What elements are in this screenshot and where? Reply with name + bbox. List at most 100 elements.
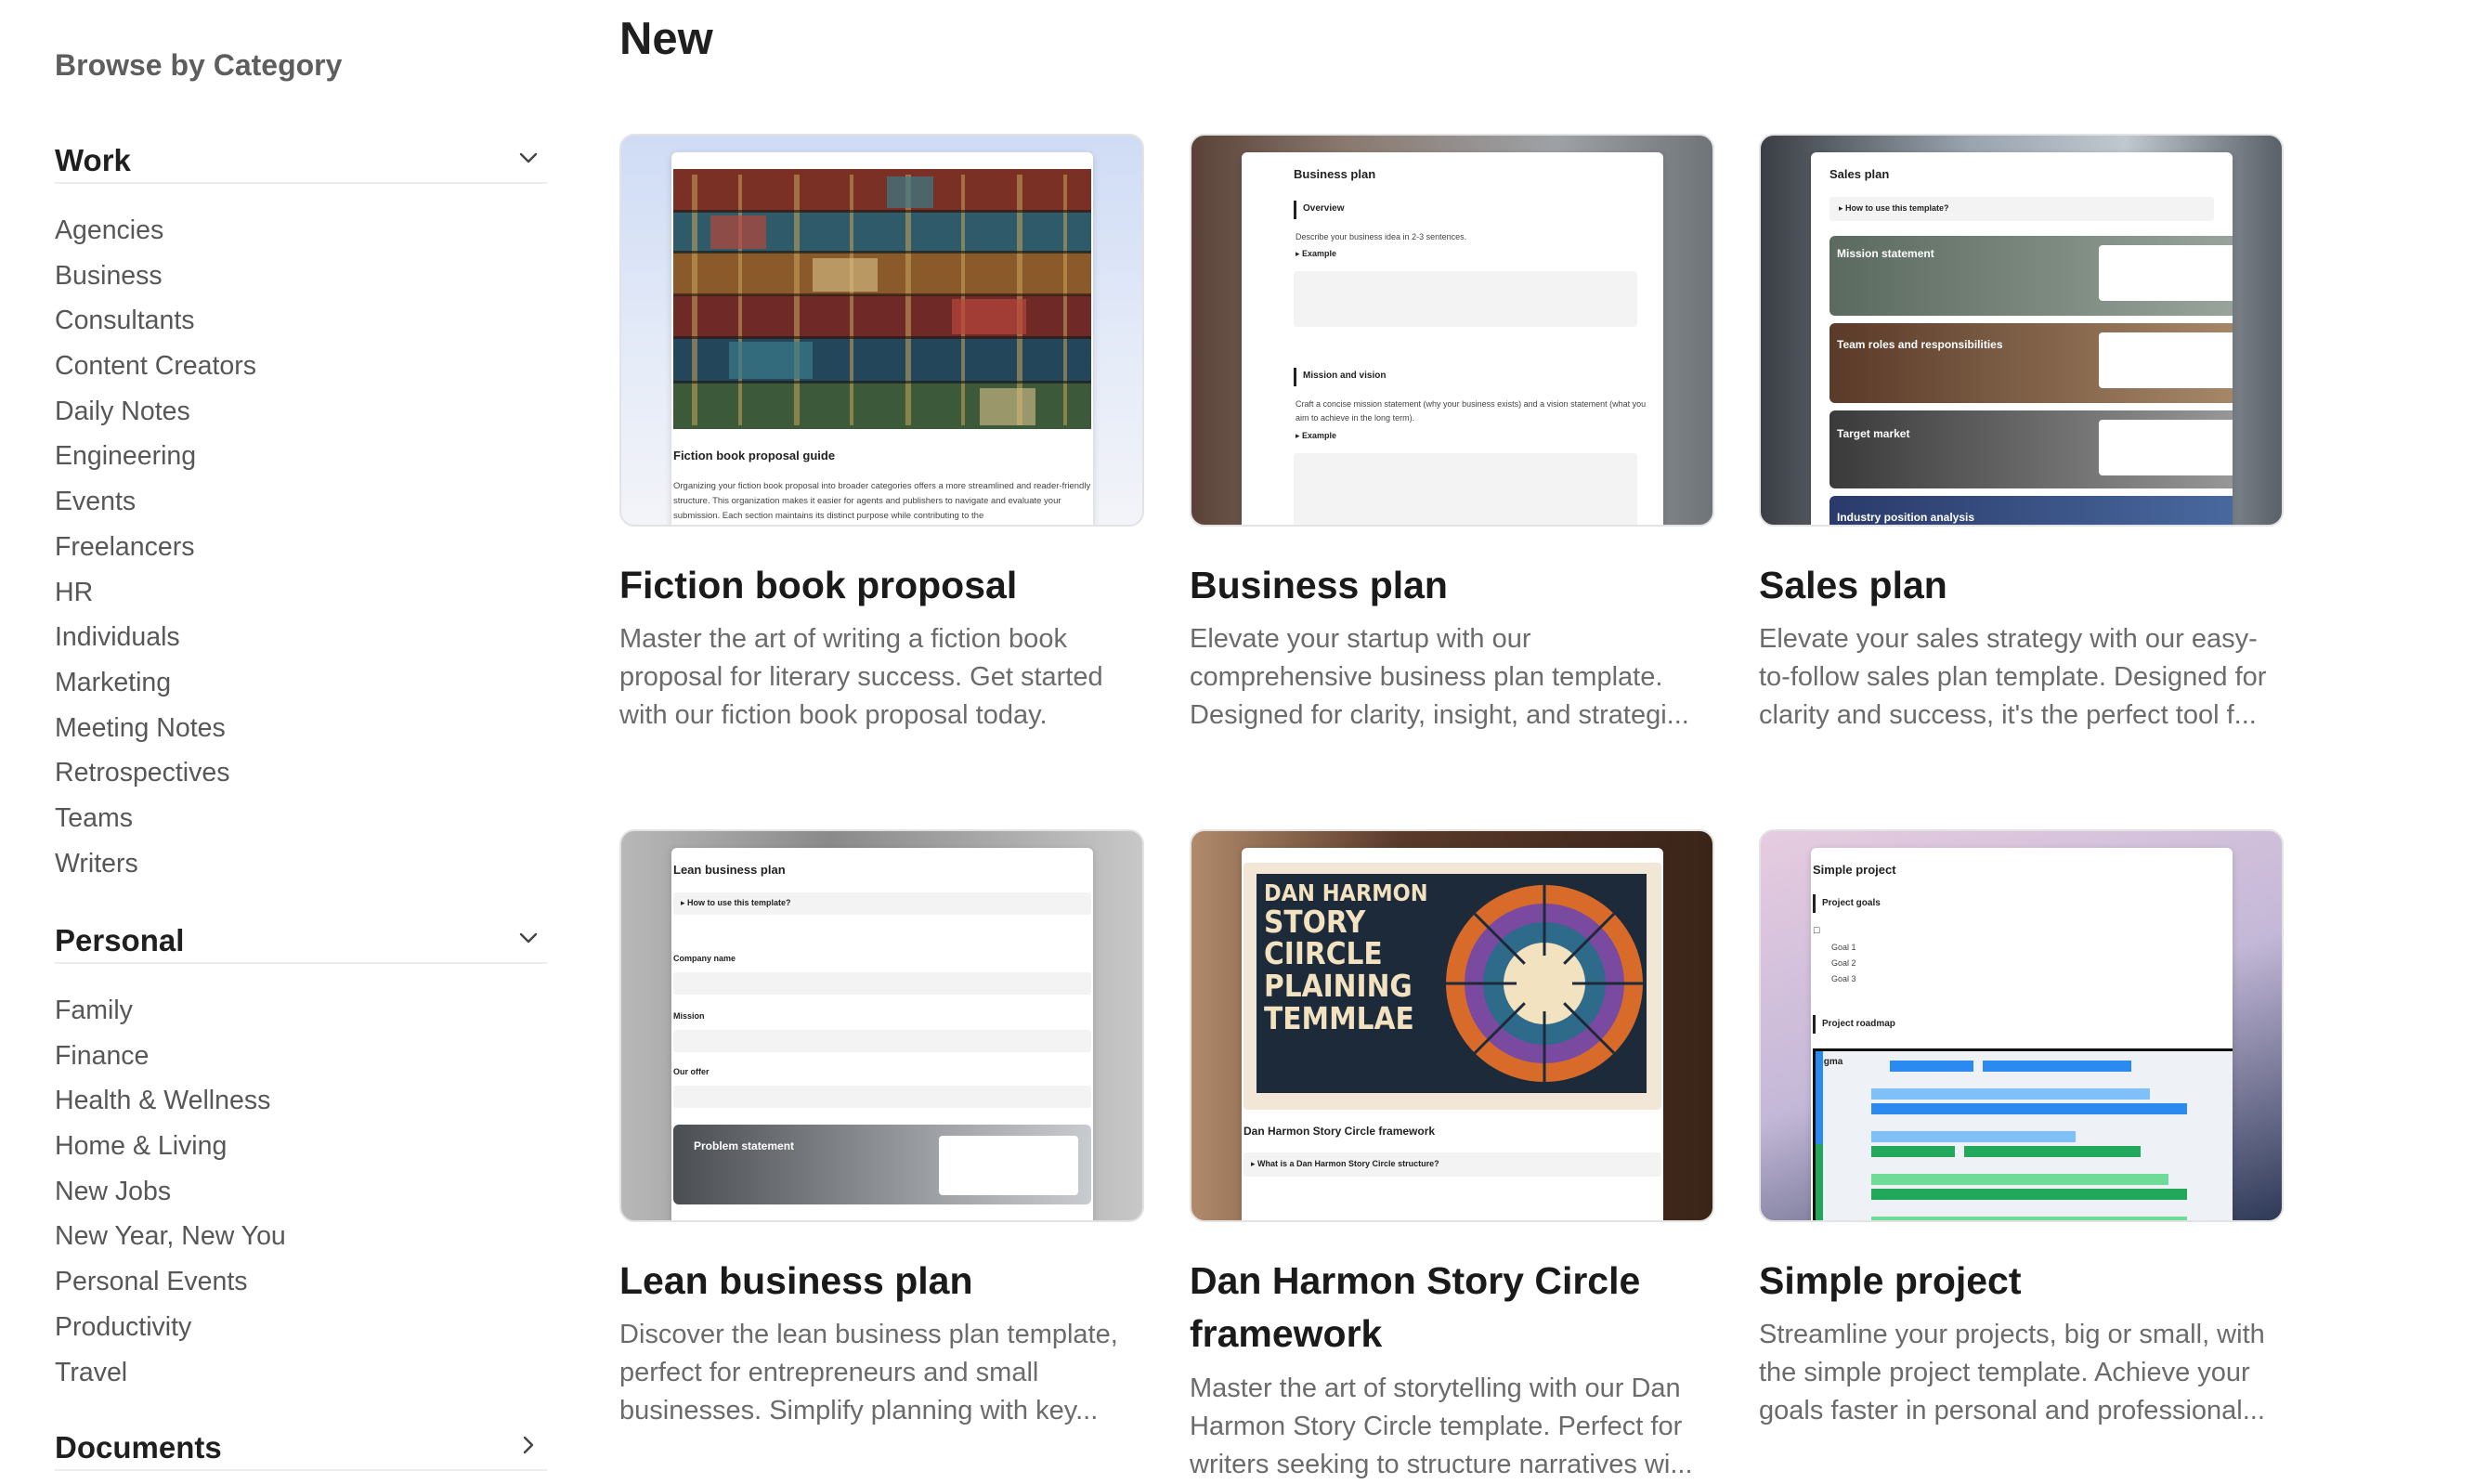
template-card-simple-project[interactable]: Simple project Project goals ☐ Goal 1 Go… [1759, 829, 2284, 1442]
sidebar-item[interactable]: Travel [55, 1350, 286, 1396]
sidebar-item[interactable]: Productivity [55, 1305, 286, 1350]
sidebar-item[interactable]: Engineering [55, 434, 256, 479]
sidebar-item[interactable]: Individuals [55, 615, 256, 660]
sidebar-item[interactable]: Health & Wellness [55, 1078, 286, 1124]
section-header-documents[interactable]: Documents [55, 1419, 547, 1471]
thumb-section-text: Describe your business idea in 2-3 sente… [1296, 232, 1467, 241]
template-description: Master the art of writing a fiction book… [619, 624, 1103, 730]
template-title: Lean business plan [619, 1259, 973, 1302]
template-preview-page: Lean business plan ▸ How to use this tem… [671, 848, 1093, 1220]
chevron-down-icon [510, 919, 547, 957]
template-description: Streamline your projects, big or small, … [1759, 1320, 2265, 1425]
page-title: New [619, 14, 713, 64]
sidebar-item[interactable]: HR [55, 570, 256, 616]
thumb-toggle: ▸ Example [1296, 431, 1337, 440]
template-description: Elevate your startup with our comprehens… [1190, 624, 1689, 730]
template-preview-page: Business plan Overview Describe your bus… [1242, 152, 1663, 525]
template-card-business-plan[interactable]: Business plan Overview Describe your bus… [1190, 134, 1714, 747]
thumb-heading: Sales plan [1829, 167, 1890, 181]
template-title: Business plan [1190, 564, 1448, 606]
sidebar-item[interactable]: New Year, New You [55, 1214, 286, 1259]
thumb-toggle: ▸ How to use this template? [1839, 203, 1949, 213]
work-category-list: Agencies Business Consultants Content Creat… [55, 208, 256, 886]
sidebar-item[interactable]: Writers [55, 841, 256, 887]
thumb-heading: Fiction book proposal guide [673, 449, 836, 462]
thumb-field-label: Our offer [673, 1067, 710, 1076]
sidebar-item[interactable]: Retrospectives [55, 750, 256, 796]
sidebar-item[interactable]: Meeting Notes [55, 706, 256, 751]
sidebar-item[interactable]: Teams [55, 796, 256, 841]
template-title: Fiction book proposal [619, 564, 1018, 606]
section-label-documents: Documents [55, 1430, 222, 1464]
thumb-block: Target market [1829, 410, 2233, 488]
thumb-section: Project roadmap [1822, 1019, 1895, 1029]
thumb-goal: Goal 2 [1831, 958, 1856, 968]
template-thumbnail: DAN HARMON STORY CIIRCLE PLAINING TEMMLA… [1190, 829, 1714, 1222]
sidebar-item[interactable]: Daily Notes [55, 389, 256, 435]
template-card-lean-business-plan[interactable]: Lean business plan ▸ How to use this tem… [619, 829, 1144, 1442]
sidebar-item[interactable]: Family [55, 988, 286, 1034]
thumb-block: Problem statement [673, 1125, 1091, 1204]
thumb-section: Project goals [1822, 898, 1881, 908]
section-header-personal[interactable]: Personal [55, 912, 547, 964]
thumb-toggle: ▸ What is a Dan Harmon Story Circle stru… [1251, 1159, 1439, 1168]
thumb-block: Industry position analysis [1829, 496, 2233, 525]
roadmap-chart: igma [1813, 1048, 2233, 1220]
template-thumbnail: Business plan Overview Describe your bus… [1190, 134, 1714, 527]
template-thumbnail: Lean business plan ▸ How to use this tem… [619, 829, 1144, 1222]
sidebar-item[interactable]: Content Creators [55, 344, 256, 389]
thumb-section-text: Craft a concise mission statement (why y… [1296, 399, 1647, 423]
section-label-work: Work [55, 143, 131, 177]
sidebar-item[interactable]: Marketing [55, 660, 256, 706]
thumb-field-label: Mission [673, 1011, 705, 1021]
story-circle-wheel [1446, 885, 1643, 1082]
thumb-field-label: Company name [673, 954, 736, 963]
thumb-heading: Lean business plan [673, 863, 786, 877]
thumb-toggle: ▸ How to use this template? [681, 898, 791, 907]
thumb-block: Mission statement [1829, 236, 2233, 316]
sidebar-item[interactable]: Business [55, 254, 256, 299]
template-thumbnail: Fiction book proposal guide Organizing y… [619, 134, 1144, 527]
sidebar-item[interactable]: Freelancers [55, 525, 256, 570]
sidebar-title: Browse by Category [55, 48, 343, 82]
personal-category-list: Family Finance Health & Wellness Home & Liv… [55, 988, 286, 1395]
bookshelf-image [673, 169, 1091, 429]
template-description: Master the art of storytelling with our … [1190, 1373, 1693, 1479]
story-circle-poster: DAN HARMON STORY CIIRCLE PLAINING TEMMLA… [1257, 874, 1647, 1093]
template-thumbnail: Simple project Project goals ☐ Goal 1 Go… [1759, 829, 2284, 1222]
template-title: Simple project [1759, 1259, 2022, 1302]
thumb-block: Team roles and responsibilities [1829, 323, 2233, 403]
sidebar-item[interactable]: Personal Events [55, 1259, 286, 1305]
thumb-heading: Simple project [1813, 863, 1896, 877]
sidebar-item[interactable]: New Jobs [55, 1169, 286, 1215]
sidebar-item[interactable]: Home & Living [55, 1124, 286, 1169]
template-preview-page: Simple project Project goals ☐ Goal 1 Go… [1811, 848, 2233, 1220]
template-card-sales-plan[interactable]: Sales plan ▸ How to use this template? M… [1759, 134, 2284, 747]
thumb-heading: Business plan [1294, 167, 1376, 181]
template-preview-page: Fiction book proposal guide Organizing y… [671, 152, 1093, 525]
section-label-personal: Personal [55, 923, 185, 957]
sidebar-item[interactable]: Finance [55, 1034, 286, 1079]
section-header-work[interactable]: Work [55, 132, 547, 184]
template-card-dan-harmon-story-circle[interactable]: DAN HARMON STORY CIIRCLE PLAINING TEMMLA… [1190, 829, 1714, 1479]
template-title: Dan Harmon Story Circle framework [1190, 1259, 1641, 1355]
sidebar-item[interactable]: Events [55, 479, 256, 525]
thumb-hint: ☐ [1813, 926, 1821, 935]
chevron-right-icon [510, 1426, 547, 1464]
template-description: Elevate your sales strategy with our eas… [1759, 624, 2267, 730]
thumb-toggle: ▸ Example [1296, 249, 1337, 258]
template-thumbnail: Sales plan ▸ How to use this template? M… [1759, 134, 2284, 527]
sidebar-item[interactable]: Consultants [55, 298, 256, 344]
poster-frame: DAN HARMON STORY CIIRCLE PLAINING TEMMLA… [1244, 863, 1661, 1110]
sidebar-item[interactable]: Agencies [55, 208, 256, 254]
thumb-section: Mission and vision [1303, 371, 1387, 381]
thumb-goal: Goal 3 [1831, 974, 1856, 983]
thumb-goal: Goal 1 [1831, 943, 1856, 952]
template-preview-page: Sales plan ▸ How to use this template? M… [1811, 152, 2233, 525]
template-card-fiction-book-proposal[interactable]: Fiction book proposal guide Organizing y… [619, 134, 1144, 747]
template-description: Discover the lean business plan template… [619, 1320, 1118, 1425]
thumb-heading: Dan Harmon Story Circle framework [1244, 1125, 1436, 1138]
thumb-body-text: Organizing your fiction book proposal in… [673, 481, 1091, 521]
poster-title-text: DAN HARMON STORY CIIRCLE PLAINING TEMMLA… [1264, 879, 1428, 1037]
thumb-section: Overview [1303, 203, 1345, 214]
